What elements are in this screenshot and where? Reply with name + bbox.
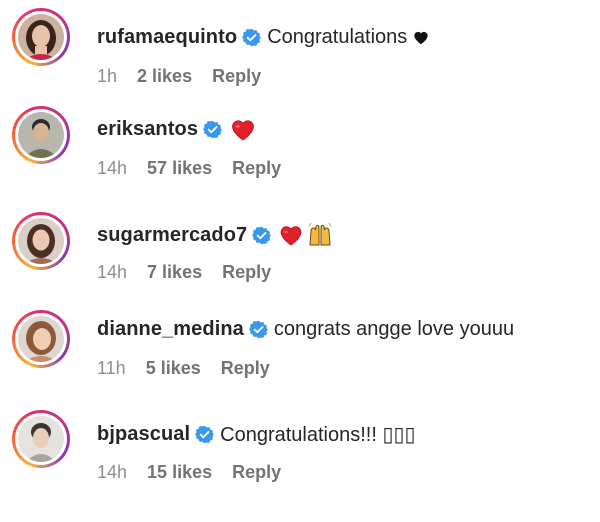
comment-timestamp: 11h [97, 358, 126, 378]
avatar[interactable] [18, 218, 64, 264]
comment-text: congrats angge love youuu [273, 318, 515, 340]
avatar-story-ring[interactable] [12, 8, 70, 66]
avatar-image-icon [18, 14, 64, 60]
comment-item: eriksantos 14h 57 likes Reply [0, 100, 600, 200]
verified-badge-icon [252, 226, 272, 245]
avatar[interactable] [18, 316, 64, 362]
verified-badge-icon [203, 120, 223, 139]
comment-username[interactable]: dianne_medina [97, 318, 244, 341]
avatar-image-icon [18, 112, 64, 158]
reply-button[interactable]: Reply [222, 262, 271, 283]
reply-button[interactable]: Reply [232, 462, 281, 483]
avatar-story-ring[interactable] [12, 310, 70, 368]
verified-badge-icon [248, 320, 268, 339]
avatar[interactable] [18, 112, 64, 158]
avatar-image-icon [18, 218, 64, 264]
comment-timestamp: 14h [97, 158, 128, 178]
comment-username[interactable]: sugarmercado7 [97, 224, 247, 247]
comment-item: bjpascual Congratulations!!! ▯▯▯ 14h 15 … [0, 400, 600, 500]
reply-button[interactable]: Reply [221, 358, 270, 379]
red-heart-icon [279, 224, 303, 246]
comment-item: dianne_medina congrats angge love youuu … [0, 300, 600, 400]
comment-likes[interactable]: 57 likes [147, 158, 212, 179]
red-heart-icon [230, 118, 256, 141]
verified-badge-icon [195, 425, 215, 444]
comment-item: rufamaequinto Congratulations 1h 2 likes… [0, 0, 600, 100]
comment-likes[interactable]: 2 likes [137, 66, 192, 87]
raising-hands-icon [307, 222, 333, 248]
avatar[interactable] [18, 416, 64, 462]
avatar-story-ring[interactable] [12, 212, 70, 270]
comment-text: Congratulations!!! ▯▯▯ [220, 424, 416, 446]
comment-timestamp: 1h [97, 66, 118, 86]
reply-button[interactable]: Reply [232, 158, 281, 179]
reply-button[interactable]: Reply [212, 66, 261, 87]
comment-username[interactable]: eriksantos [97, 118, 198, 141]
comment-likes[interactable]: 7 likes [147, 262, 202, 283]
comment-likes[interactable]: 5 likes [146, 358, 201, 379]
comment-item: sugarmercado7 14h 7 likes Reply [0, 204, 600, 304]
avatar-image-icon [18, 416, 64, 462]
comment-text: Congratulations [267, 26, 408, 48]
comment-username[interactable]: rufamaequinto [97, 26, 237, 49]
avatar-story-ring[interactable] [12, 410, 70, 468]
verified-badge-icon [242, 28, 262, 47]
black-heart-icon [413, 30, 429, 45]
comment-timestamp: 14h [97, 462, 128, 482]
avatar-story-ring[interactable] [12, 106, 70, 164]
avatar[interactable] [18, 14, 64, 60]
comment-username[interactable]: bjpascual [97, 423, 190, 446]
avatar-image-icon [18, 316, 64, 362]
comment-timestamp: 14h [97, 262, 128, 282]
comment-likes[interactable]: 15 likes [147, 462, 212, 483]
